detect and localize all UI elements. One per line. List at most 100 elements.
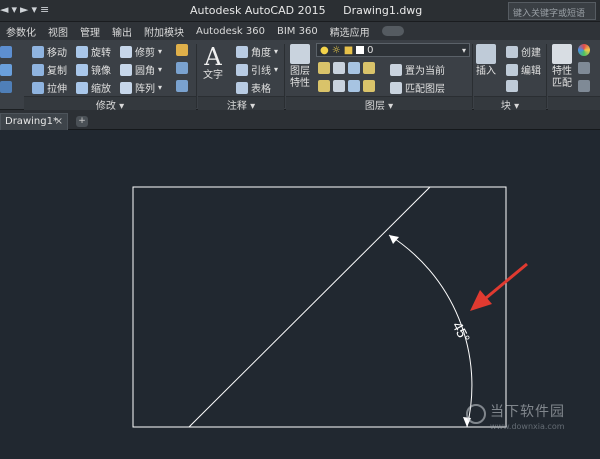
tab-manage[interactable]: 管理 [74, 24, 106, 39]
erase-icon [176, 44, 188, 56]
layers-panel-footer[interactable]: 图层 ▾ [286, 96, 472, 112]
undo-dropdown-icon[interactable]: ▾ [11, 3, 17, 16]
ribbon-toggle-icon[interactable] [381, 26, 404, 36]
layer-freeze-icon[interactable] [348, 62, 360, 74]
watermark-logo-icon [466, 404, 486, 424]
array-button[interactable]: 阵列 ▾ [120, 80, 162, 95]
copy-button[interactable]: 复制 [32, 62, 67, 77]
layer-dropdown[interactable]: ● ☼ ■ 0 ▾ [316, 43, 470, 57]
current-layer-name: 0 [367, 44, 374, 56]
mirror-icon [76, 63, 88, 76]
layer-lock-icon[interactable] [363, 62, 375, 74]
redo-icon[interactable]: ► [20, 3, 28, 16]
match-properties-icon [552, 44, 572, 64]
mirror-button[interactable]: 镜像 [76, 62, 111, 77]
layer-on-icon[interactable] [318, 80, 330, 92]
scale-button[interactable]: 缩放 [76, 80, 111, 95]
left-partial-icon-1[interactable] [0, 46, 12, 58]
panel-separator [196, 44, 197, 108]
sun-icon: ☼ [331, 44, 341, 56]
trim-button[interactable]: 修剪 ▾ [120, 44, 162, 59]
new-tab-button[interactable]: + [76, 116, 88, 127]
edit-block-icon [506, 63, 518, 76]
tab-view[interactable]: 视图 [42, 24, 74, 39]
annotation-panel-footer[interactable]: 注释 ▾ [198, 96, 284, 112]
layer-tools-row-2 [318, 80, 375, 92]
scale-label: 缩放 [91, 84, 111, 95]
set-current-label: 置为当前 [405, 66, 445, 77]
modify-panel-footer[interactable]: 修改 ▾ [24, 96, 196, 112]
text-button[interactable]: A 文字 [203, 44, 223, 82]
fillet-button[interactable]: 圆角 ▾ [120, 62, 162, 77]
rotate-icon [76, 45, 88, 58]
rotate-button[interactable]: 旋转 [76, 44, 111, 59]
layer-tools-row-1 [318, 62, 375, 74]
fillet-label: 圆角 [135, 66, 155, 77]
angle-dimension-text[interactable]: 45° [449, 319, 473, 345]
close-icon[interactable]: × [55, 116, 63, 127]
layer-off-icon[interactable] [318, 62, 330, 74]
color-picker-icon[interactable] [578, 44, 590, 56]
edit-block-button[interactable]: 编辑 [506, 62, 541, 77]
table-label: 表格 [251, 84, 271, 95]
layer-unisolate-icon[interactable] [333, 80, 345, 92]
block-panel-footer[interactable]: 块 ▾ [474, 96, 546, 112]
layer-thaw-icon[interactable] [348, 80, 360, 92]
linetype-icon[interactable] [578, 80, 590, 92]
layer-properties-icon [290, 44, 310, 64]
app-title: Autodesk AutoCAD 2015 [190, 4, 326, 17]
watermark-url: www.downxia.com [490, 422, 565, 431]
leader-icon [236, 63, 248, 76]
tab-autodesk-360[interactable]: Autodesk 360 [190, 26, 271, 37]
offset-button[interactable] [176, 80, 188, 92]
stretch-button[interactable]: 拉伸 [32, 80, 67, 95]
array-label: 阵列 [135, 84, 155, 95]
leader-button[interactable]: 引线 ▾ [236, 62, 278, 77]
tab-parametric[interactable]: 参数化 [0, 24, 42, 39]
trim-icon [120, 45, 132, 58]
table-button[interactable]: 表格 [236, 80, 271, 95]
layer-properties-label: 图层特性 [290, 66, 310, 89]
move-icon [32, 45, 44, 58]
scale-icon [76, 81, 88, 94]
left-partial-icon-3[interactable] [0, 81, 12, 93]
create-block-icon [506, 45, 518, 58]
attribute-icon [506, 80, 518, 92]
erase-button[interactable] [176, 44, 188, 56]
angle-label: 角度 [251, 48, 271, 59]
document-tab-strip: Drawing1* × + [0, 110, 600, 130]
lineweight-icon[interactable] [578, 62, 590, 74]
document-tab-label: Drawing1* [5, 116, 58, 127]
document-tab-drawing1[interactable]: Drawing1* × [0, 113, 68, 130]
undo-icon[interactable]: ◄ [0, 3, 8, 16]
tab-addins[interactable]: 附加模块 [138, 24, 190, 39]
set-current-button[interactable]: 置为当前 [390, 62, 445, 77]
qat-customize-icon[interactable]: ≡ [40, 3, 49, 16]
tab-featured-apps[interactable]: 精选应用 [324, 24, 376, 39]
stretch-label: 拉伸 [47, 84, 67, 95]
insert-block-button[interactable]: 插入 [476, 44, 496, 78]
layer-unlock-icon[interactable] [363, 80, 375, 92]
dimension-angle-button[interactable]: 角度 ▾ [236, 44, 278, 59]
tab-bim-360[interactable]: BIM 360 [271, 26, 324, 37]
rectangle[interactable] [132, 186, 507, 428]
lock-icon: ■ [343, 44, 354, 56]
left-partial-icon-2[interactable] [0, 64, 12, 76]
move-button[interactable]: 移动 [32, 44, 67, 59]
diagonal-line[interactable] [188, 186, 431, 428]
tab-output[interactable]: 输出 [106, 24, 138, 39]
quick-access-toolbar: ◄ ▾ ► ▾ ≡ [0, 3, 49, 16]
file-name: Drawing1.dwg [343, 4, 423, 17]
watermark-text-block: 当下软件园 www.downxia.com [490, 404, 565, 431]
match-layer-icon [390, 81, 402, 94]
explode-button[interactable] [176, 62, 188, 74]
layer-properties-button[interactable]: 图层特性 [288, 44, 312, 90]
redo-dropdown-icon[interactable]: ▾ [31, 3, 37, 16]
match-layer-button[interactable]: 匹配图层 [390, 80, 445, 95]
properties-panel-footer[interactable] [548, 96, 600, 110]
layer-isolate-icon[interactable] [333, 62, 345, 74]
match-properties-button[interactable]: 特性匹配 [550, 44, 574, 90]
create-block-button[interactable]: 创建 [506, 44, 541, 59]
block-attribute-button[interactable] [506, 80, 518, 92]
search-input[interactable]: 键入关键字或短语 [508, 2, 596, 20]
